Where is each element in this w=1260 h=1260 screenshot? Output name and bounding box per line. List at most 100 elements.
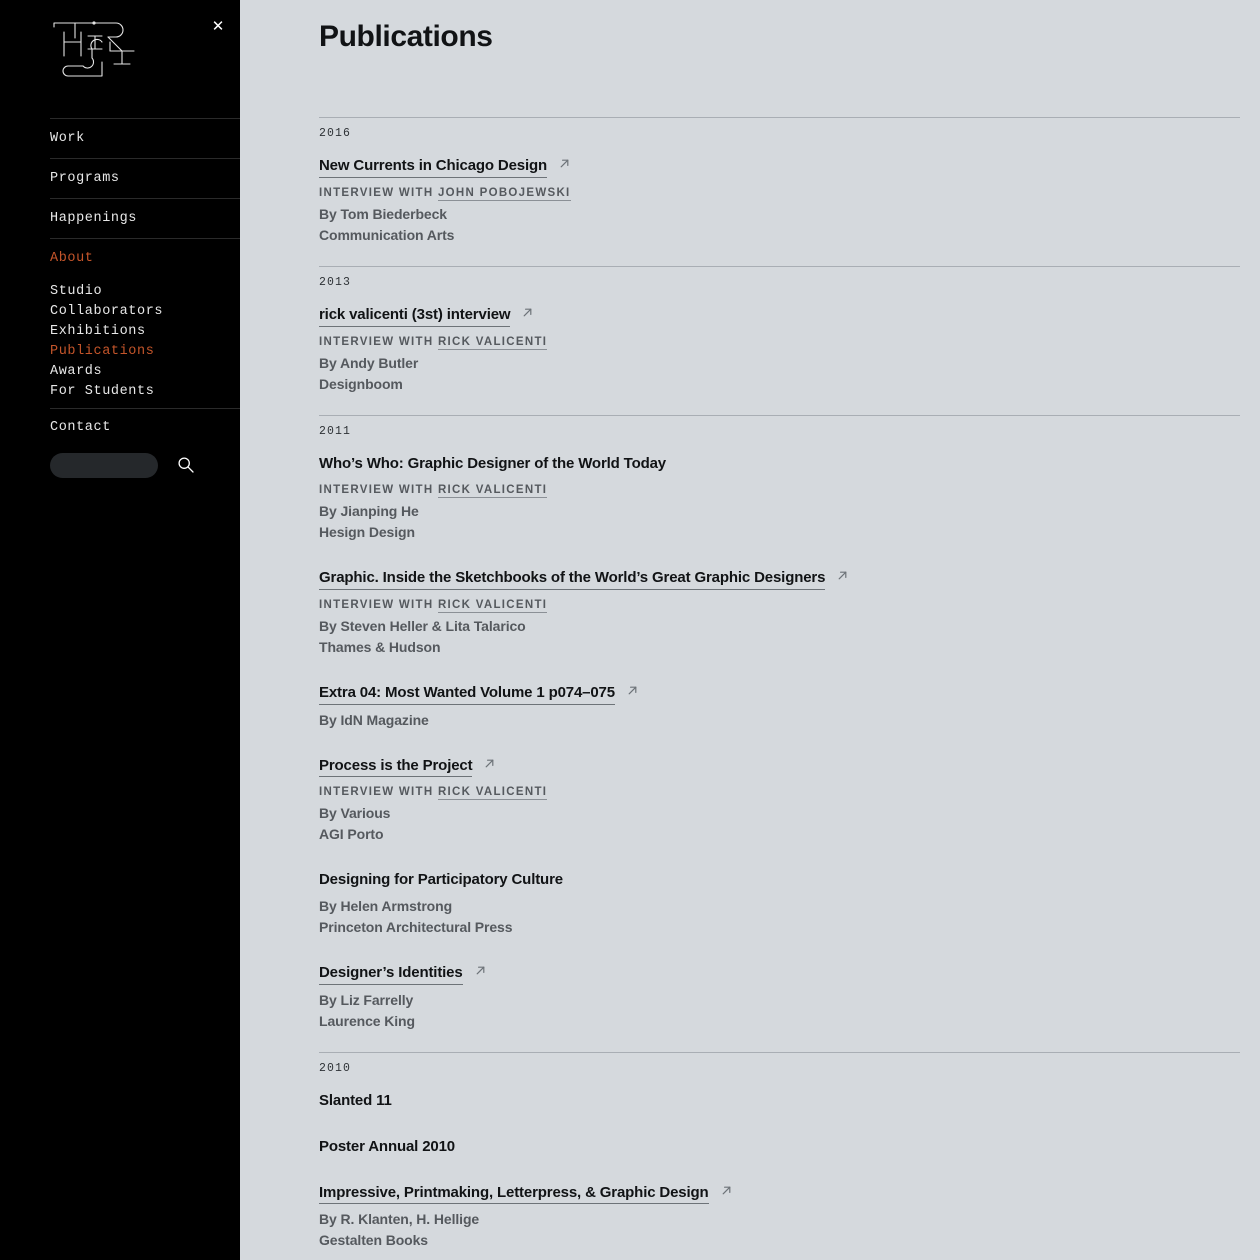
external-link-arrow-icon[interactable]	[522, 307, 533, 318]
publication-entry: Who’s Who: Graphic Designer of the World…	[319, 455, 1240, 543]
external-link-arrow-icon[interactable]	[627, 685, 638, 696]
sidebar-subnav: Studio Collaborators Exhibitions Publica…	[50, 278, 240, 408]
year-group: 2016 New Currents in Chicago Design INTERV…	[319, 117, 1240, 266]
interview-person-link[interactable]: RICK VALICENTI	[437, 598, 548, 613]
external-link-arrow-icon[interactable]	[484, 758, 495, 769]
publication-publisher: Thames & Hudson	[319, 638, 441, 655]
publication-entry: Impressive, Printmaking, Letterpress, & …	[319, 1184, 1240, 1252]
sidebar-item-label: Studio	[50, 284, 103, 300]
external-link-arrow-icon[interactable]	[721, 1185, 732, 1196]
sidebar-item-about[interactable]: About	[50, 238, 240, 278]
sidebar-item-label: Contact	[50, 419, 111, 435]
sidebar-item-studio[interactable]: Studio	[50, 282, 240, 302]
publication-publisher: AGI Porto	[319, 826, 384, 843]
publication-title[interactable]: Extra 04: Most Wanted Volume 1 p074–075	[319, 684, 615, 705]
publication-publisher: Hesign Design	[319, 523, 415, 540]
publication-publisher: Designboom	[319, 375, 403, 392]
publication-title-row: Process is the Project	[319, 757, 1240, 778]
publication-title[interactable]: New Currents in Chicago Design	[319, 157, 547, 178]
interview-prefix: INTERVIEW WITH	[319, 786, 438, 799]
publication-author: By Jianping He	[319, 502, 419, 519]
close-icon[interactable]: ✕	[208, 17, 228, 37]
external-link-arrow-icon[interactable]	[475, 965, 486, 976]
publication-title: Poster Annual 2010	[319, 1137, 455, 1155]
interview-line: INTERVIEW WITH RICK VALICENTI	[319, 595, 1240, 615]
publication-author: By IdN Magazine	[319, 711, 429, 728]
publication-title[interactable]: Graphic. Inside the Sketchbooks of the W…	[319, 569, 825, 590]
entries: Slanted 11 Poster Annual 2010 Impressive, …	[319, 1077, 1240, 1260]
search-input[interactable]	[50, 452, 158, 478]
publication-title[interactable]: rick valicenti (3st) interview	[319, 306, 511, 327]
interview-person-link[interactable]: RICK VALICENTI	[437, 335, 548, 350]
interview-person-link[interactable]: RICK VALICENTI	[437, 786, 548, 801]
thirst-logo[interactable]	[50, 18, 138, 80]
publication-author: By Andy Butler	[319, 354, 419, 371]
interview-prefix: INTERVIEW WITH	[319, 483, 438, 496]
interview-line: INTERVIEW WITH RICK VALICENTI	[319, 782, 1240, 802]
interview-prefix: INTERVIEW WITH	[319, 335, 438, 348]
interview-line: INTERVIEW WITH RICK VALICENTI	[319, 480, 1240, 500]
publication-title: Designing for Participatory Culture	[319, 871, 563, 889]
publication-entry: Poster Annual 2010	[319, 1138, 1240, 1158]
publication-title-row: Impressive, Printmaking, Letterpress, & …	[319, 1184, 1240, 1205]
publication-author: By Steven Heller & Lita Talarico	[319, 617, 526, 634]
app-root: ✕ Work Programs Happenings About Studio …	[0, 0, 1260, 1260]
publication-title-row: rick valicenti (3st) interview	[319, 306, 1240, 327]
page-title: Publications	[319, 20, 493, 53]
sidebar-item-label: Exhibitions	[50, 324, 146, 340]
publication-title[interactable]: Impressive, Printmaking, Letterpress, & …	[319, 1184, 709, 1205]
publication-entry: rick valicenti (3st) interview INTERVIEW …	[319, 306, 1240, 395]
sidebar-item-label: Collaborators	[50, 304, 164, 320]
sidebar-item-collaborators[interactable]: Collaborators	[50, 302, 240, 322]
sidebar-item-label: Publications	[50, 344, 155, 360]
publication-title-row: New Currents in Chicago Design	[319, 157, 1240, 178]
publication-entry: Process is the Project INTERVIEW WITH RIC…	[319, 757, 1240, 846]
sidebar-item-happenings[interactable]: Happenings	[50, 198, 240, 238]
sidebar-item-awards[interactable]: Awards	[50, 362, 240, 382]
sidebar-item-label: Awards	[50, 364, 103, 380]
interview-line: INTERVIEW WITH RICK VALICENTI	[319, 332, 1240, 352]
main-content: Publications 2016 New Currents in Chicago…	[240, 0, 1260, 1260]
publication-entry: Graphic. Inside the Sketchbooks of the W…	[319, 569, 1240, 658]
sidebar-item-work[interactable]: Work	[50, 118, 240, 158]
year-label: 2010	[319, 1061, 352, 1075]
entries: New Currents in Chicago Design INTERVIEW …	[319, 142, 1240, 266]
publication-author: By Various	[319, 805, 391, 822]
sidebar-item-programs[interactable]: Programs	[50, 158, 240, 198]
publication-author: By R. Klanten, H. Hellige	[319, 1211, 480, 1228]
sidebar-item-exhibitions[interactable]: Exhibitions	[50, 322, 240, 342]
publication-entry: New Currents in Chicago Design INTERVIEW …	[319, 157, 1240, 246]
sidebar-item-label: About	[50, 250, 94, 266]
publication-title-row: Designer’s Identities	[319, 964, 1240, 985]
publication-entry: Designing for Participatory Culture By He…	[319, 871, 1240, 938]
search-row	[50, 452, 240, 478]
sidebar-nav: Work Programs Happenings About Studio Co…	[50, 118, 240, 446]
publication-author: By Liz Farrelly	[319, 991, 414, 1008]
sidebar-item-label: Programs	[50, 170, 120, 186]
publication-title-row: Graphic. Inside the Sketchbooks of the W…	[319, 569, 1240, 590]
interview-person-link[interactable]: RICK VALICENTI	[437, 483, 548, 498]
external-link-arrow-icon[interactable]	[837, 570, 848, 581]
sidebar-item-label: Happenings	[50, 210, 138, 226]
publication-title[interactable]: Process is the Project	[319, 757, 473, 778]
interview-person-link[interactable]: JOHN POBOJEWSKI	[437, 186, 571, 201]
year-label: 2011	[319, 424, 352, 438]
publication-title: Slanted 11	[319, 1092, 392, 1109]
search-icon[interactable]	[176, 455, 196, 475]
sidebar-item-for-students[interactable]: For Students	[50, 382, 240, 402]
year-group: 2011 Who’s Who: Graphic Designer of the W…	[319, 414, 1240, 1052]
external-link-arrow-icon[interactable]	[559, 158, 570, 169]
publication-title-row: Slanted 11	[319, 1092, 1240, 1112]
publications-list: 2016 New Currents in Chicago Design INTERV…	[319, 117, 1240, 1260]
sidebar-item-label: For Students	[50, 384, 155, 400]
publication-publisher: Princeton Architectural Press	[319, 919, 513, 936]
sidebar-item-label: Work	[50, 130, 85, 146]
year-label: 2016	[319, 127, 352, 140]
interview-prefix: INTERVIEW WITH	[319, 598, 438, 611]
sidebar-item-publications[interactable]: Publications	[50, 342, 240, 362]
sidebar-item-contact[interactable]: Contact	[50, 408, 240, 446]
publication-title[interactable]: Designer’s Identities	[319, 964, 463, 985]
publication-title-row: Extra 04: Most Wanted Volume 1 p074–075	[319, 684, 1240, 705]
publication-title-row: Designing for Participatory Culture	[319, 871, 1240, 891]
publication-entry: Designer’s Identities By Liz Farrelly Laur…	[319, 964, 1240, 1032]
